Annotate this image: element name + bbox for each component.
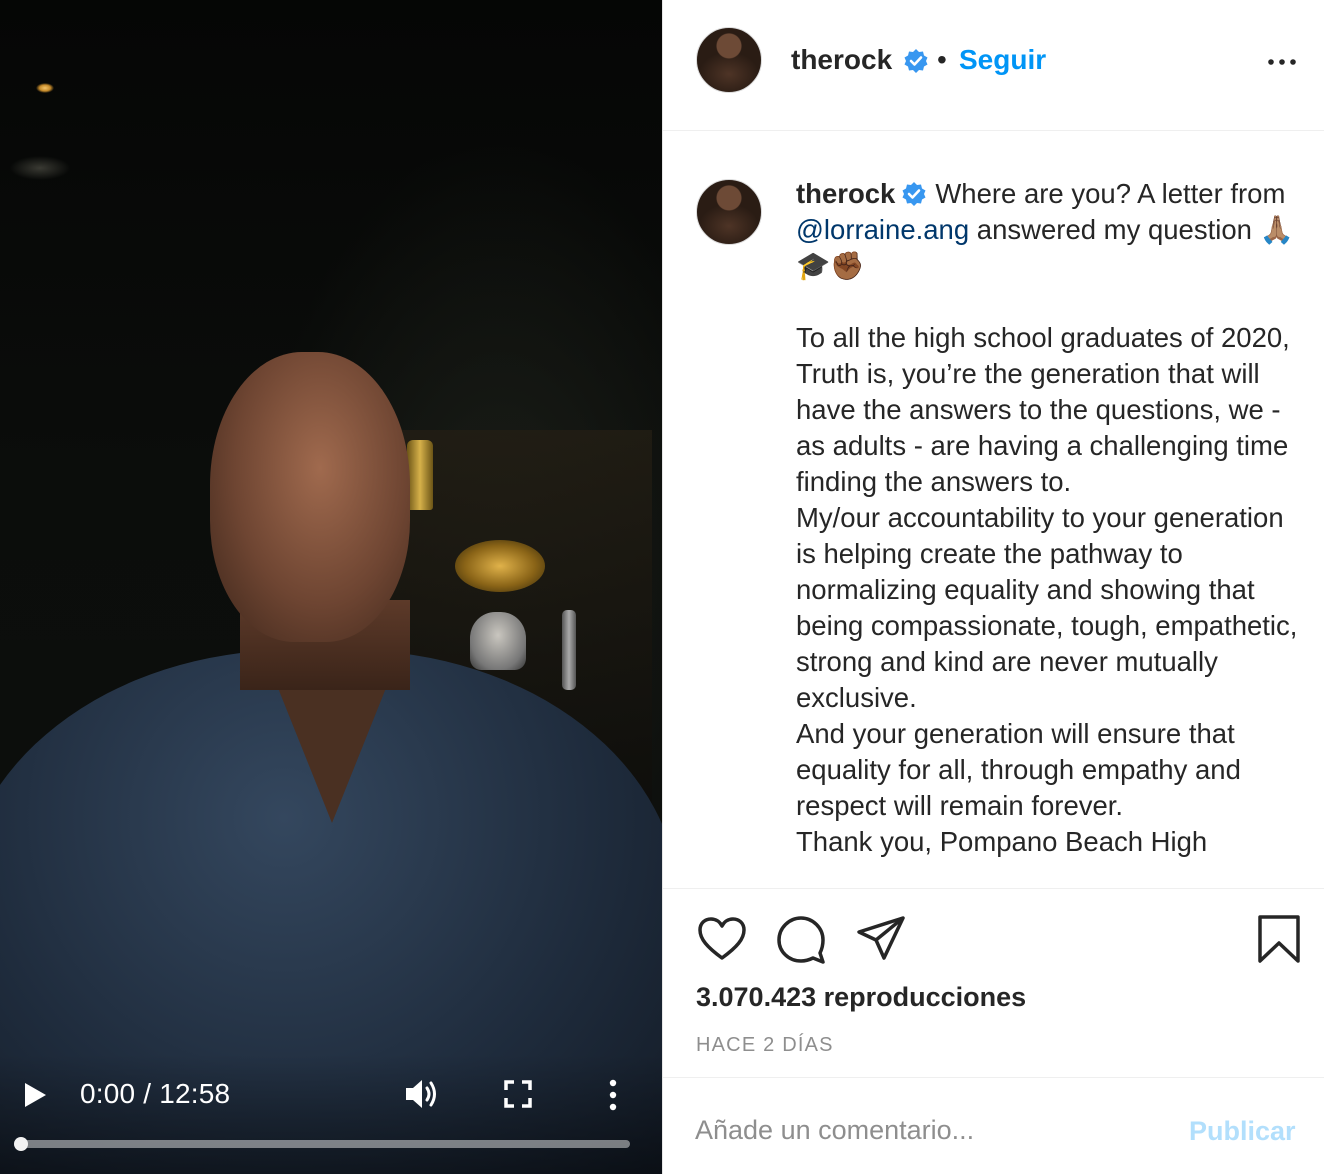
caption-intro-end: answered my question xyxy=(969,214,1252,245)
caption-avatar[interactable] xyxy=(696,179,762,245)
video-progress-bar[interactable] xyxy=(14,1137,630,1151)
caption-text: therock Where are you? A letter from @lo… xyxy=(796,176,1306,860)
share-icon[interactable] xyxy=(856,915,906,961)
comment-input[interactable] xyxy=(695,1110,1165,1150)
avatar[interactable] xyxy=(696,27,762,93)
view-count[interactable]: 3.070.423 reproducciones xyxy=(696,982,1026,1013)
bookmark-icon[interactable] xyxy=(1257,914,1301,964)
post-actions: 3.070.423 reproducciones HACE 2 DÍAS xyxy=(663,888,1324,1079)
follow-button[interactable]: Seguir xyxy=(959,44,1046,76)
more-vertical-icon[interactable] xyxy=(602,1078,624,1112)
post-timestamp[interactable]: HACE 2 DÍAS xyxy=(696,1034,834,1057)
figure-statue xyxy=(562,610,576,690)
comment-bar: Publicar xyxy=(663,1077,1324,1175)
instagram-post: 0:00 / 12:58 therock • Seguir therock Wh… xyxy=(0,0,1324,1174)
caption-mention[interactable]: @lorraine.ang xyxy=(796,214,969,245)
video-progress-knob[interactable] xyxy=(14,1137,28,1151)
championship-belt xyxy=(455,540,545,592)
header-username[interactable]: therock xyxy=(791,44,892,76)
person-head xyxy=(210,352,410,642)
fullscreen-icon[interactable] xyxy=(504,1080,532,1108)
verified-badge-icon xyxy=(904,49,928,73)
bust-statue xyxy=(470,612,526,670)
post-sidebar: therock • Seguir therock Where are you? … xyxy=(662,0,1324,1174)
comment-icon[interactable] xyxy=(776,915,826,965)
volume-icon[interactable] xyxy=(404,1077,440,1111)
caption-intro: Where are you? A letter from xyxy=(935,178,1286,209)
publish-button[interactable]: Publicar xyxy=(1189,1116,1296,1147)
post-header: therock • Seguir xyxy=(663,0,1324,131)
video-timecode: 0:00 / 12:58 xyxy=(80,1078,231,1109)
video-player[interactable]: 0:00 / 12:58 xyxy=(0,0,662,1174)
video-controls xyxy=(0,1054,662,1174)
heart-icon[interactable] xyxy=(697,916,747,962)
caption-body: To all the high school graduates of 2020… xyxy=(796,322,1298,857)
more-horizontal-icon[interactable] xyxy=(1265,45,1299,79)
verified-badge-icon xyxy=(902,182,926,206)
separator-dot: • xyxy=(937,44,947,75)
caption-username[interactable]: therock xyxy=(796,178,895,209)
play-icon[interactable] xyxy=(22,1082,48,1108)
caption-area: therock Where are you? A letter from @lo… xyxy=(663,131,1324,888)
trophy xyxy=(407,440,433,510)
